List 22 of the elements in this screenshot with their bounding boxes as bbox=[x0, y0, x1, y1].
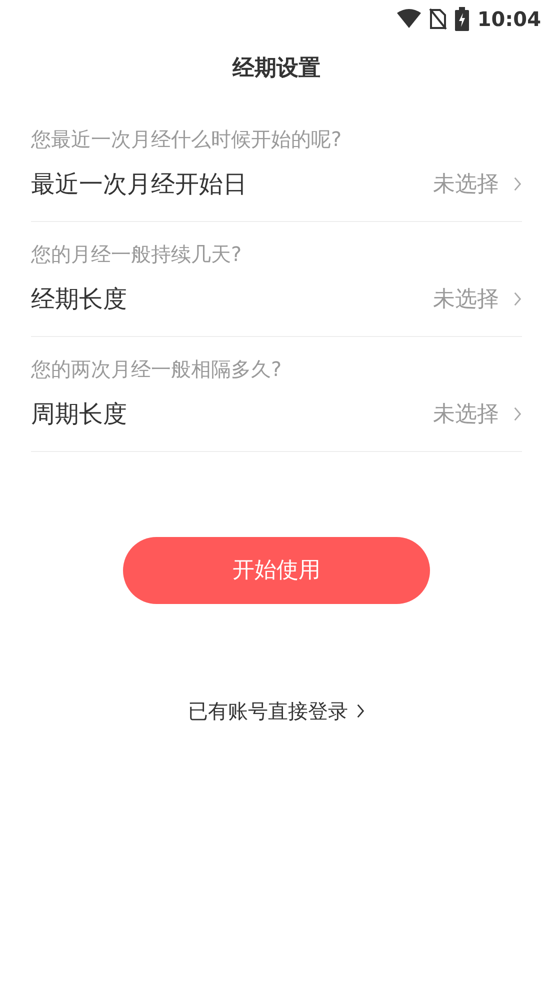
setting-question: 您最近一次月经什么时候开始的呢? bbox=[31, 126, 343, 153]
setting-row[interactable]: 最近一次月经开始日 未选择 bbox=[31, 167, 522, 201]
page-title: 经期设置 bbox=[232, 55, 320, 83]
wifi-icon bbox=[397, 9, 422, 29]
chevron-icon bbox=[356, 703, 365, 719]
setting-value: 未选择 bbox=[433, 286, 499, 314]
setting-label: 最近一次月经开始日 bbox=[31, 169, 247, 200]
setting-question: 您的两次月经一般相隔多久? bbox=[31, 356, 283, 383]
battery-charging-icon bbox=[455, 7, 470, 31]
status-time: 10:04 bbox=[477, 6, 541, 33]
login-link[interactable]: 已有账号直接登录 bbox=[188, 696, 365, 726]
no-sim-icon bbox=[429, 8, 448, 30]
setting-value: 未选择 bbox=[433, 400, 499, 428]
chevron-icon bbox=[513, 291, 522, 307]
setting-label: 周期长度 bbox=[31, 399, 127, 430]
setting-row[interactable]: 周期长度 未选择 bbox=[31, 397, 522, 431]
setting-value: 未选择 bbox=[433, 170, 499, 198]
chevron-icon bbox=[513, 406, 522, 422]
chevron-icon bbox=[513, 176, 522, 192]
setting-label: 经期长度 bbox=[31, 284, 127, 315]
setting-question: 您的月经一般持续几天? bbox=[31, 241, 243, 268]
setting-row[interactable]: 经期长度 未选择 bbox=[31, 282, 522, 316]
